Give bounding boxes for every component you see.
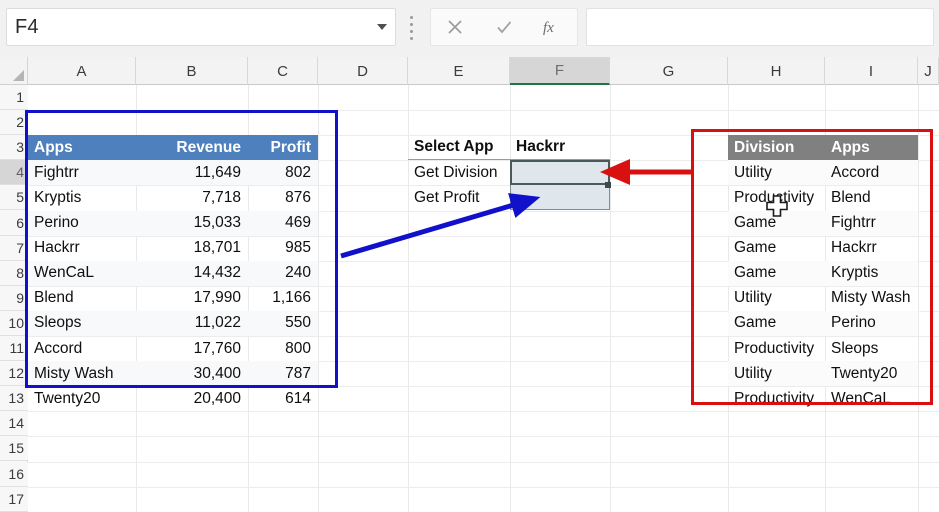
column-header-i[interactable]: I <box>825 57 918 85</box>
column-header-j[interactable]: J <box>918 57 939 85</box>
apps-table-cell-app[interactable]: Twenty20 <box>28 386 136 411</box>
check-icon[interactable] <box>480 9 529 45</box>
select-all-corner-icon[interactable] <box>0 57 28 85</box>
fill-handle[interactable] <box>605 182 611 189</box>
apps-table-cell-revenue[interactable]: 20,400 <box>136 386 248 411</box>
name-box[interactable]: F4 <box>6 8 396 46</box>
column-header-b[interactable]: B <box>136 57 248 85</box>
row-header-10[interactable]: 10 <box>0 310 28 336</box>
formula-input[interactable] <box>586 8 934 46</box>
row-header-7[interactable]: 7 <box>0 235 28 261</box>
row-header-5[interactable]: 5 <box>0 185 28 211</box>
active-cell-f4[interactable] <box>510 160 610 186</box>
apps-table-cell-profit[interactable]: 614 <box>248 386 318 411</box>
column-header-d[interactable]: D <box>318 57 408 85</box>
row-header-15[interactable]: 15 <box>0 436 28 462</box>
row-header-1[interactable]: 1 <box>0 85 28 111</box>
get-division-label[interactable]: Get Division <box>408 160 510 185</box>
name-box-value: F4 <box>15 15 39 38</box>
drag-grip-icon[interactable] <box>409 16 413 40</box>
column-header-a[interactable]: A <box>28 57 136 85</box>
fx-icon[interactable]: fx <box>528 9 577 45</box>
row-header-2[interactable]: 2 <box>0 110 28 136</box>
formula-action-buttons: fx <box>430 8 578 46</box>
row-header-8[interactable]: 8 <box>0 260 28 286</box>
row-header-14[interactable]: 14 <box>0 411 28 437</box>
row-headers: 1 2 3 4 5 6 7 8 9 10 11 12 13 14 15 16 17 <box>0 85 28 512</box>
column-header-e[interactable]: E <box>408 57 510 85</box>
row-header-13[interactable]: 13 <box>0 386 28 412</box>
column-header-c[interactable]: C <box>248 57 318 85</box>
row-header-16[interactable]: 16 <box>0 461 28 487</box>
gridline-horizontal <box>28 411 939 413</box>
gridline-vertical <box>610 85 611 512</box>
select-app-label[interactable]: Select App <box>408 135 510 161</box>
select-app-value[interactable]: Hackrr <box>510 135 610 161</box>
row-header-4[interactable]: 4 <box>0 160 28 186</box>
red-highlight-box-division-table <box>691 129 933 405</box>
column-header-g[interactable]: G <box>610 57 728 85</box>
gridline-horizontal <box>28 461 939 463</box>
row-header-17[interactable]: 17 <box>0 486 28 512</box>
gridline-horizontal <box>28 486 939 488</box>
row-header-12[interactable]: 12 <box>0 361 28 387</box>
column-headers: ABCDEFGHIJ <box>28 57 939 85</box>
formula-bar-area: F4 fx <box>0 0 939 57</box>
column-header-h[interactable]: H <box>728 57 825 85</box>
get-profit-label[interactable]: Get Profit <box>408 185 510 210</box>
gridline-horizontal <box>28 436 939 438</box>
row-header-9[interactable]: 9 <box>0 285 28 311</box>
column-header-f[interactable]: F <box>510 57 610 85</box>
row-header-11[interactable]: 11 <box>0 336 28 362</box>
chevron-down-icon[interactable] <box>369 9 395 45</box>
excel-window: F4 fx ABCDEFGHIJ 1 2 3 4 5 6 7 8 9 10 11 12 13 14 15 16 <box>0 0 939 512</box>
svg-text:fx: fx <box>543 20 554 36</box>
row-header-3[interactable]: 3 <box>0 135 28 161</box>
close-icon[interactable] <box>431 9 480 45</box>
row-header-6[interactable]: 6 <box>0 210 28 236</box>
blue-highlight-box-apps-table <box>25 110 338 388</box>
